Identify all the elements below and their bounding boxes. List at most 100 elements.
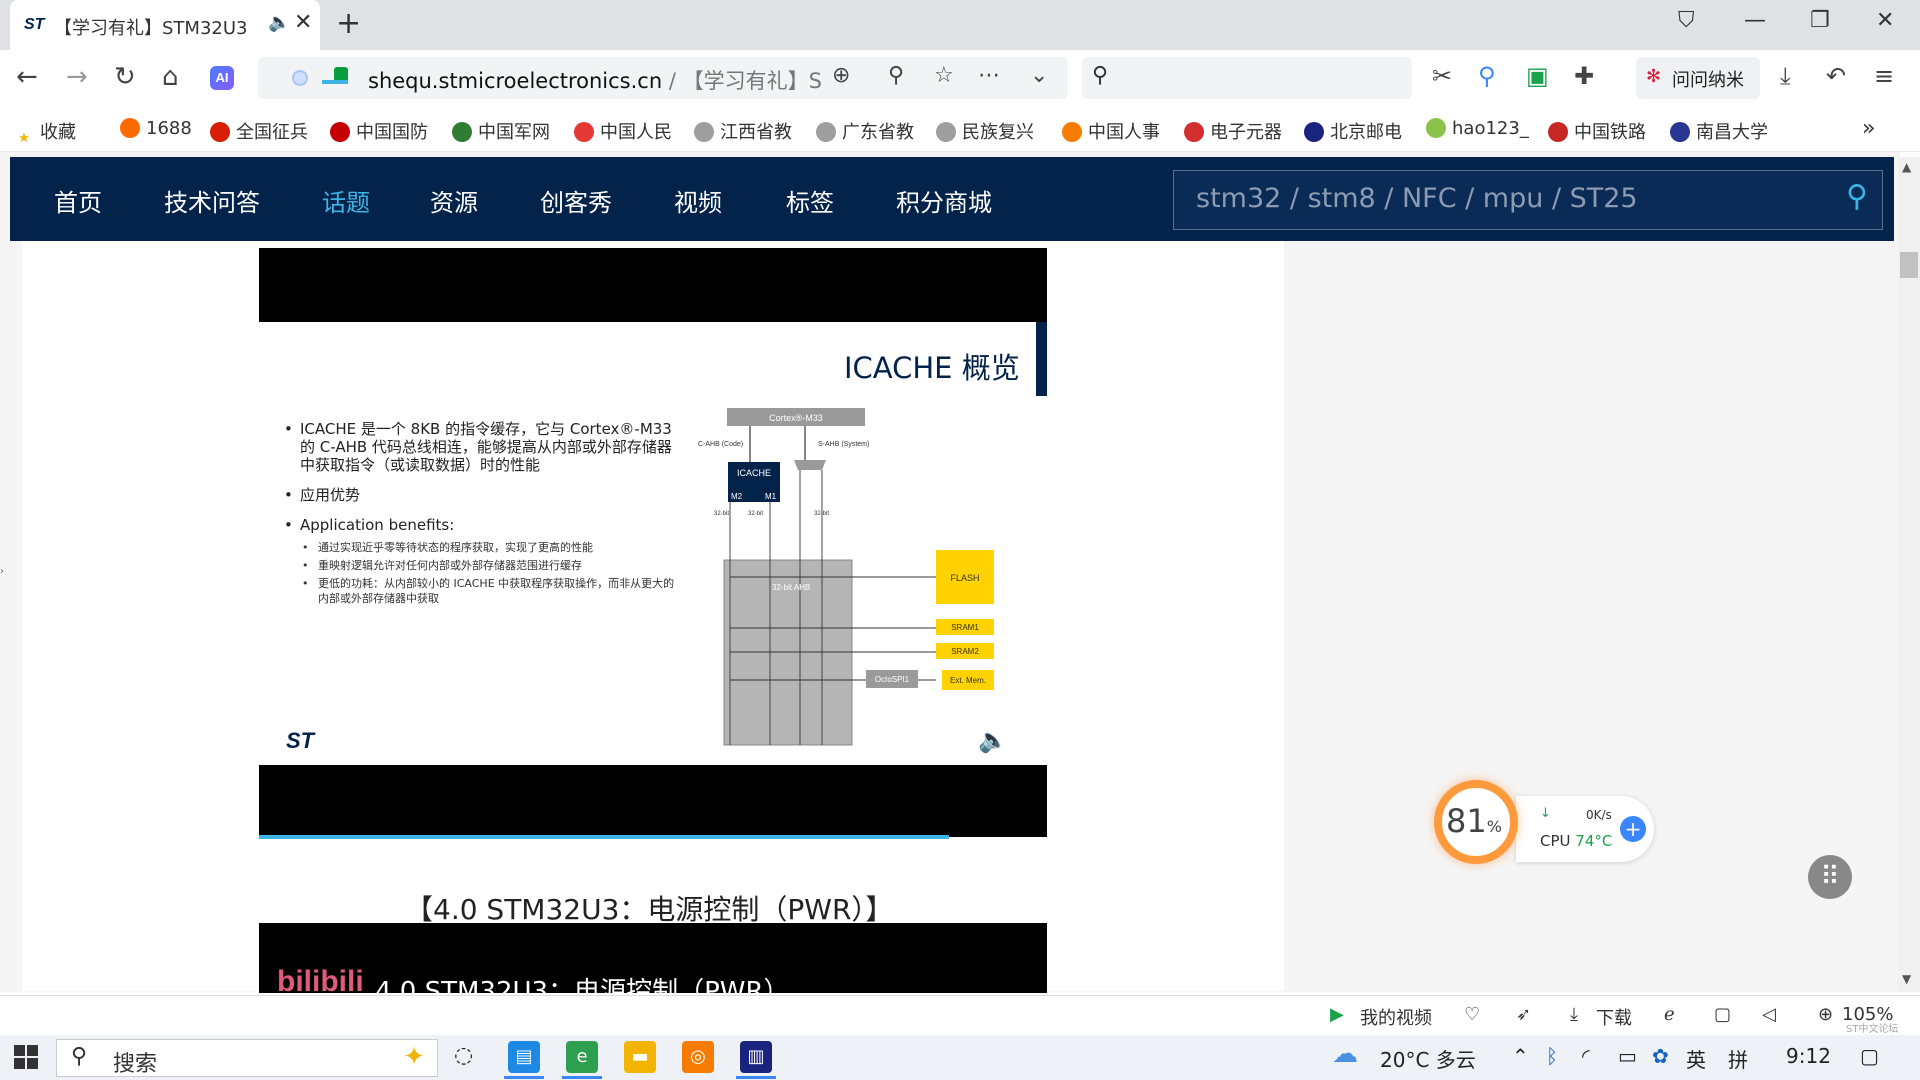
- clock[interactable]: 9:12: [1786, 1044, 1831, 1068]
- lightbulb-icon[interactable]: ⚲: [888, 63, 904, 88]
- magnifier-icon[interactable]: ⚲: [1478, 62, 1496, 90]
- site-search-input[interactable]: stm32 / stm8 / NFC / mpu / ST25 ⚲: [1173, 170, 1883, 230]
- wenwen-nami-label: 问问纳米: [1672, 70, 1744, 91]
- address-bar[interactable]: shequ.stmicroelectronics.cn / 【学习有礼】S ⊕ …: [258, 57, 1068, 99]
- restore-button[interactable]: ❐: [1810, 8, 1830, 33]
- bookmark-item[interactable]: 中国人民: [574, 118, 672, 144]
- system-monitor-panel[interactable]: ↓ 0K/s CPU 74°C +: [1516, 796, 1654, 862]
- scroll-thumb[interactable]: [1900, 252, 1918, 278]
- ai-assistant-icon[interactable]: AI: [210, 66, 234, 90]
- file-explorer-icon[interactable]: ▬: [624, 1041, 656, 1073]
- bookmark-item[interactable]: 电子元器: [1184, 118, 1282, 144]
- orange-app-icon[interactable]: ◎: [682, 1041, 714, 1073]
- window-icon[interactable]: ▢: [1714, 1004, 1731, 1025]
- browser-app-icon[interactable]: e: [562, 1041, 602, 1079]
- ime-mode[interactable]: 拼: [1728, 1044, 1748, 1073]
- bookmark-item[interactable]: 1688: [120, 118, 192, 139]
- bluetooth-icon[interactable]: ᛒ: [1546, 1044, 1558, 1068]
- ime-language[interactable]: 英: [1686, 1044, 1706, 1073]
- nami-icon: ✻: [1646, 66, 1662, 87]
- bookmarks-more[interactable]: »: [1862, 116, 1875, 141]
- download-button[interactable]: 下载: [1596, 1004, 1632, 1030]
- wenwen-nami-button[interactable]: ✻ 问问纳米: [1636, 57, 1760, 99]
- plus-icon[interactable]: +: [1620, 816, 1646, 842]
- bookmark-favicon-icon: [120, 118, 140, 138]
- volume-icon[interactable]: ◁: [1762, 1004, 1776, 1025]
- menu-icon[interactable]: ≡: [1874, 62, 1894, 90]
- chevron-down-icon[interactable]: ⌄: [1030, 63, 1048, 88]
- forward-icon[interactable]: →: [66, 62, 88, 92]
- url-path: / 【学习有礼】S: [662, 69, 822, 93]
- app-grid-icon[interactable]: ⠿: [1808, 855, 1852, 899]
- nav-item[interactable]: 首页: [54, 183, 102, 218]
- video-progress-bar[interactable]: [259, 835, 949, 839]
- close-window-button[interactable]: ✕: [1876, 8, 1894, 33]
- bookmark-item[interactable]: 中国军网: [452, 118, 550, 144]
- download-icon[interactable]: ⤓: [1780, 62, 1791, 90]
- scissors-icon[interactable]: ✂: [1432, 62, 1452, 90]
- bookmark-item[interactable]: 广东省教: [816, 118, 914, 144]
- bookmark-item[interactable]: hao123_: [1426, 118, 1529, 139]
- extensions-icon[interactable]: ✚: [1574, 62, 1594, 90]
- nav-item[interactable]: 技术问答: [164, 183, 260, 218]
- bookmark-favicon-icon: [1062, 122, 1082, 142]
- browser-status-bar: ▶ 我的视频 ♡ ➶ ⤓ 下载 ℯ ▢ ◁ ⊕ 105% ST中文论坛: [0, 995, 1920, 1035]
- site-info-icon[interactable]: [292, 70, 308, 86]
- shirt-skin-icon[interactable]: ⛉: [1678, 8, 1695, 33]
- bookmark-item[interactable]: 江西省教: [694, 118, 792, 144]
- back-icon[interactable]: ←: [16, 62, 38, 92]
- scroll-down-icon[interactable]: ▼: [1902, 972, 1911, 986]
- browser-tab[interactable]: ST 【学习有礼】STM32U3 🔈 ✕: [10, 0, 320, 50]
- zoom-in-icon[interactable]: ⊕: [1818, 1004, 1833, 1025]
- bookmark-item[interactable]: 中国人事: [1062, 118, 1160, 144]
- wifi-icon[interactable]: ◜: [1582, 1044, 1590, 1068]
- battery-icon[interactable]: ▭: [1618, 1044, 1637, 1068]
- file-app-icon[interactable]: ▤: [504, 1041, 544, 1079]
- bookmark-item[interactable]: 北京邮电: [1304, 118, 1402, 144]
- nav-item[interactable]: 资源: [430, 183, 478, 218]
- task-view-icon[interactable]: ◌: [454, 1043, 473, 1068]
- notification-icon[interactable]: ▢: [1860, 1044, 1879, 1068]
- browser-search-box[interactable]: ⚲: [1082, 57, 1412, 99]
- bookmark-item[interactable]: 中国铁路: [1548, 118, 1646, 144]
- new-tab-button[interactable]: +: [336, 6, 361, 41]
- heart-icon[interactable]: ♡: [1464, 1004, 1480, 1025]
- scroll-up-icon[interactable]: ▲: [1902, 160, 1911, 174]
- nav-item[interactable]: 视频: [674, 183, 722, 218]
- taskbar-search[interactable]: ⚲ 搜索 ✦: [56, 1039, 438, 1077]
- chart-app-icon[interactable]: ▥: [736, 1041, 776, 1079]
- reload-icon[interactable]: ↻: [114, 62, 136, 92]
- zoom-icon[interactable]: ⊕: [832, 63, 850, 88]
- bookmark-favicon-icon: [936, 122, 956, 142]
- chevron-up-icon[interactable]: ⌃: [1512, 1044, 1529, 1068]
- close-tab-icon[interactable]: ✕: [294, 10, 312, 35]
- nav-item[interactable]: 创客秀: [540, 183, 612, 218]
- windows-start-icon[interactable]: [14, 1045, 38, 1069]
- scrollbar[interactable]: [1898, 157, 1920, 992]
- sync-icon[interactable]: ✿: [1652, 1044, 1669, 1068]
- undo-icon[interactable]: ↶: [1826, 62, 1846, 90]
- search-icon[interactable]: ⚲: [1846, 179, 1868, 214]
- nav-item[interactable]: 标签: [786, 183, 834, 218]
- weather-text[interactable]: 20°C 多云: [1380, 1044, 1476, 1073]
- bookmark-item[interactable]: 中国国防: [330, 118, 428, 144]
- bookmark-item[interactable]: 南昌大学: [1670, 118, 1768, 144]
- sidebar-toggle-icon[interactable]: ›: [0, 566, 4, 577]
- bookmark-item[interactable]: ★ 收藏: [14, 118, 76, 149]
- bookmark-item[interactable]: 民族复兴: [936, 118, 1034, 144]
- rocket-icon[interactable]: ➶: [1516, 1004, 1531, 1025]
- ie-icon[interactable]: ℯ: [1664, 1004, 1675, 1025]
- star-icon[interactable]: ☆: [934, 63, 954, 88]
- nav-item[interactable]: 话题: [322, 183, 370, 218]
- more-dots-icon[interactable]: ⋯: [978, 63, 1000, 88]
- speaker-icon[interactable]: 🔈: [268, 12, 290, 33]
- memory-usage-ring[interactable]: 81%: [1434, 780, 1518, 864]
- network-speed: 0K/s: [1586, 808, 1612, 822]
- nav-item[interactable]: 积分商城: [896, 183, 992, 218]
- reader-icon[interactable]: ▣: [1526, 62, 1549, 90]
- minimize-button[interactable]: —: [1744, 8, 1766, 33]
- video-player[interactable]: bilibili 4.0 STM32U3：电源控制（PWR）: [259, 923, 1047, 993]
- my-video-button[interactable]: 我的视频: [1360, 1004, 1432, 1030]
- bookmark-item[interactable]: 全国征兵: [210, 118, 308, 144]
- home-icon[interactable]: ⌂: [162, 62, 179, 92]
